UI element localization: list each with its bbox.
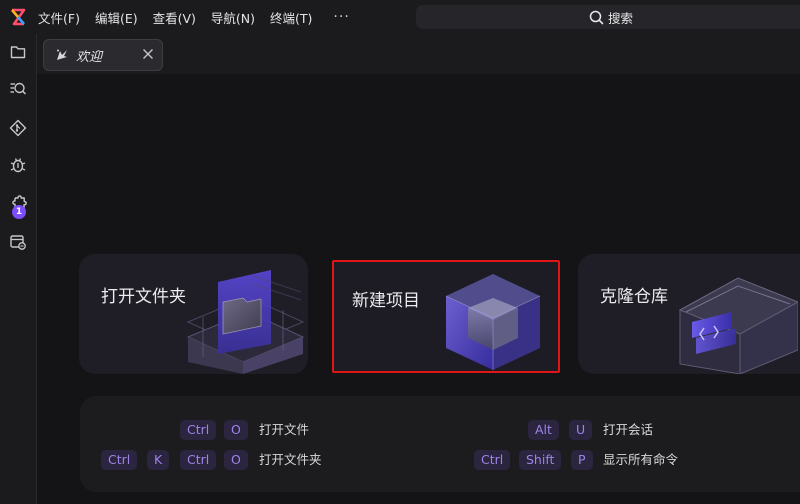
new-project-card[interactable]: 新建项目 [332, 260, 560, 373]
open-folder-card[interactable]: 打开文件夹 [79, 254, 308, 374]
shortcut-key: Ctrl [474, 450, 511, 470]
shortcut-open-session[interactable]: 打开会话 [603, 420, 653, 440]
more-menu-button[interactable]: ··· [333, 9, 349, 25]
menu-view[interactable]: 查看(V) [153, 8, 196, 27]
shortcut-key: Ctrl [180, 450, 217, 470]
tab-bar: 欢迎 [37, 34, 800, 74]
shortcut-key: O [224, 420, 248, 440]
shortcut-key: U [569, 420, 593, 440]
search-box[interactable]: 搜索 [416, 5, 800, 29]
new-project-label: 新建项目 [352, 291, 420, 311]
remote-explorer-icon[interactable] [0, 227, 36, 257]
shortcut-show-commands[interactable]: 显示所有命令 [603, 450, 678, 470]
extensions-icon[interactable]: 1 [0, 189, 36, 219]
search-label: 搜索 [607, 10, 633, 26]
repository-illustration-icon [678, 277, 798, 374]
clone-repo-label: 克隆仓库 [600, 287, 668, 307]
menu-terminal[interactable]: 终端(T) [270, 8, 312, 27]
menu-edit[interactable]: 编辑(E) [95, 8, 138, 27]
explorer-icon[interactable] [0, 37, 36, 67]
tab-welcome-label: 欢迎 [76, 49, 103, 65]
welcome-tab-icon [57, 49, 67, 60]
shortcut-open-file[interactable]: 打开文件 [259, 420, 309, 440]
shortcut-key: P [571, 450, 593, 470]
source-control-icon[interactable] [0, 113, 36, 143]
folder-illustration-icon [186, 270, 305, 374]
shortcut-key: Alt [528, 420, 559, 440]
open-folder-label: 打开文件夹 [101, 287, 186, 307]
tab-welcome[interactable]: 欢迎 [43, 39, 163, 71]
shortcut-open-folder[interactable]: 打开文件夹 [259, 450, 322, 470]
welcome-page: 打开文件夹 新建项目 克隆仓库 Ctrl O 打开文件 Alt U 打开会话 C… [37, 74, 800, 504]
menu-bar: 文件(F) 编辑(E) 查看(V) 导航(N) 终端(T) ··· 搜索 [0, 0, 800, 34]
shortcut-key: Shift [519, 450, 562, 470]
shortcuts-panel: Ctrl O 打开文件 Alt U 打开会话 Ctrl K Ctrl O 打开文… [80, 396, 800, 492]
debug-icon[interactable] [0, 150, 36, 180]
close-icon[interactable] [141, 47, 155, 61]
search-icon [589, 10, 604, 24]
activity-bar: 1 [0, 34, 37, 504]
menu-file[interactable]: 文件(F) [38, 8, 80, 27]
shortcut-key: O [224, 450, 248, 470]
extensions-badge: 1 [12, 205, 26, 219]
clone-repo-card[interactable]: 克隆仓库 [578, 254, 800, 374]
shortcut-key: Ctrl [101, 450, 138, 470]
shortcut-key: K [147, 450, 170, 470]
app-logo-icon [0, 0, 36, 34]
search-panel-icon[interactable] [0, 74, 36, 104]
cube-illustration-icon [445, 274, 541, 370]
shortcut-key: Ctrl [180, 420, 217, 440]
menu-navigate[interactable]: 导航(N) [211, 8, 255, 27]
